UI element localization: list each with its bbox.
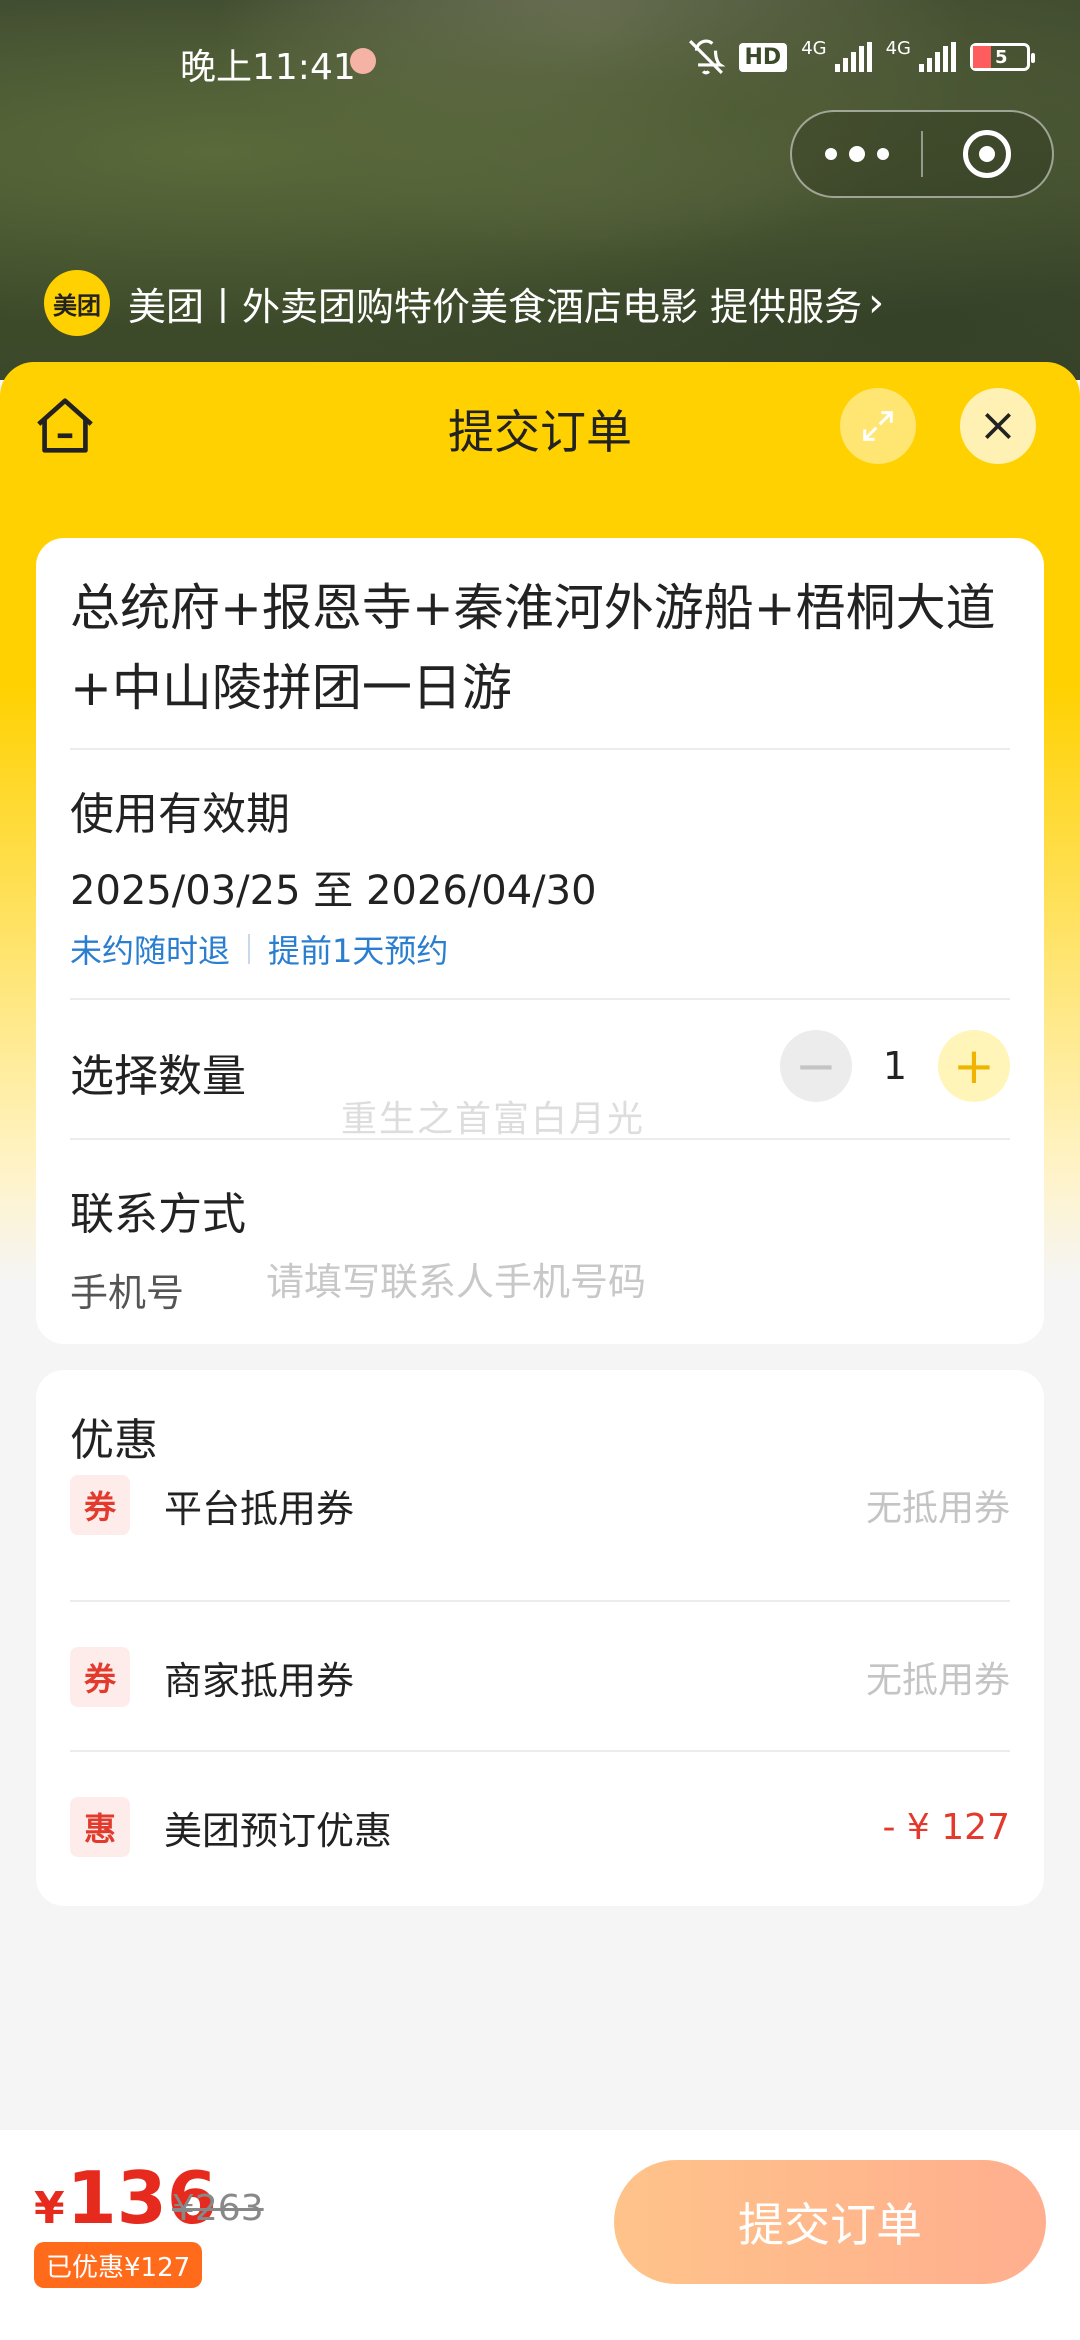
checkout-bar: ¥ 136 ¥263 已优惠¥127 提交订单 bbox=[0, 2130, 1080, 2340]
quantity-value: 1 bbox=[882, 1044, 908, 1088]
divider bbox=[70, 748, 1010, 750]
currency-symbol: ¥ bbox=[34, 2183, 65, 2234]
divider bbox=[70, 998, 1010, 1000]
promo-value: 无抵用券 bbox=[865, 1488, 1010, 1529]
promo-label: 平台抵用券 bbox=[164, 1486, 355, 1531]
reservation-policy: 提前1天预约 bbox=[268, 932, 449, 970]
more-dots-icon[interactable] bbox=[792, 146, 921, 162]
promotions-card: 优惠 券 平台抵用券 无抵用券 券 商家抵用券 无抵用券 惠 美团预订优惠 - … bbox=[36, 1370, 1044, 1906]
policy-tags: 未约随时退 提前1天预约 bbox=[70, 926, 448, 972]
notification-icon bbox=[350, 48, 376, 74]
status-icons: HD 4G 4G 5 bbox=[687, 38, 1035, 76]
close-icon bbox=[985, 413, 1011, 439]
validity-label: 使用有效期 bbox=[70, 789, 290, 840]
promo-row-booking-discount: 惠 美团预订优惠 - ¥ 127 bbox=[70, 1752, 1010, 1902]
policy-separator bbox=[248, 934, 251, 964]
divider bbox=[70, 1138, 1010, 1140]
original-price: ¥263 bbox=[172, 2188, 264, 2229]
signal-icon bbox=[919, 42, 956, 72]
increase-button[interactable]: + bbox=[938, 1030, 1010, 1102]
promo-row-merchant-coupon[interactable]: 券 商家抵用券 无抵用券 bbox=[70, 1602, 1010, 1752]
miniprogram-capsule bbox=[790, 110, 1054, 198]
signal-icon bbox=[834, 42, 872, 72]
status-bar: 晚上11:41 HD 4G 4G 5 bbox=[0, 0, 1080, 120]
coupon-icon: 券 bbox=[70, 1647, 130, 1707]
product-title: 总统府+报恩寺+秦淮河外游船+梧桐大道+中山陵拼团一日游 bbox=[70, 579, 996, 717]
status-time: 晚上11:41 bbox=[180, 47, 356, 88]
provider-link[interactable]: 美团 美团丨外卖团购特价美食酒店电影 提供服务 › bbox=[44, 268, 884, 338]
quantity-label: 选择数量 bbox=[70, 1051, 246, 1102]
decrease-button[interactable]: − bbox=[780, 1030, 852, 1102]
battery-icon: 5 bbox=[970, 43, 1035, 71]
bell-off-icon bbox=[688, 39, 725, 75]
saved-badge: 已优惠¥127 bbox=[34, 2242, 203, 2288]
discount-icon: 惠 bbox=[70, 1797, 130, 1857]
promo-value: 无抵用券 bbox=[865, 1660, 1010, 1701]
product-card: 总统府+报恩寺+秦淮河外游船+梧桐大道+中山陵拼团一日游 使用有效期 2025/… bbox=[36, 538, 1044, 1344]
network-label: 4G bbox=[801, 38, 827, 59]
target-icon[interactable] bbox=[923, 130, 1052, 178]
hd-badge: HD bbox=[738, 42, 788, 72]
watermark: 重生之首富白月光 bbox=[341, 1099, 646, 1140]
contact-label: 联系方式 bbox=[70, 1189, 246, 1240]
meituan-logo: 美团 bbox=[44, 270, 110, 336]
coupon-icon: 券 bbox=[70, 1475, 130, 1535]
validity-dates: 2025/03/25 至 2026/04/30 bbox=[70, 868, 597, 914]
chevron-right-icon: › bbox=[868, 280, 885, 326]
quantity-stepper: − 1 + bbox=[780, 1030, 1010, 1102]
network-label: 4G bbox=[885, 38, 911, 59]
battery-level: 5 bbox=[995, 46, 1008, 68]
promo-row-platform-coupon[interactable]: 券 平台抵用券 无抵用券 bbox=[70, 1430, 1010, 1580]
page-title: 提交订单 bbox=[448, 405, 632, 459]
phone-label: 手机号 bbox=[70, 1271, 185, 1315]
provider-text: 美团丨外卖团购特价美食酒店电影 提供服务 bbox=[128, 284, 863, 329]
expand-button[interactable] bbox=[840, 388, 916, 464]
promo-label: 商家抵用券 bbox=[164, 1658, 355, 1703]
promo-value: - ¥ 127 bbox=[882, 1806, 1011, 1848]
expand-icon bbox=[863, 411, 893, 441]
promo-label: 美团预订优惠 bbox=[164, 1808, 393, 1853]
phone-input[interactable] bbox=[266, 1252, 1006, 1312]
close-button[interactable] bbox=[960, 388, 1036, 464]
submit-order-button[interactable]: 提交订单 bbox=[614, 2160, 1046, 2284]
refund-policy: 未约随时退 bbox=[70, 932, 231, 970]
